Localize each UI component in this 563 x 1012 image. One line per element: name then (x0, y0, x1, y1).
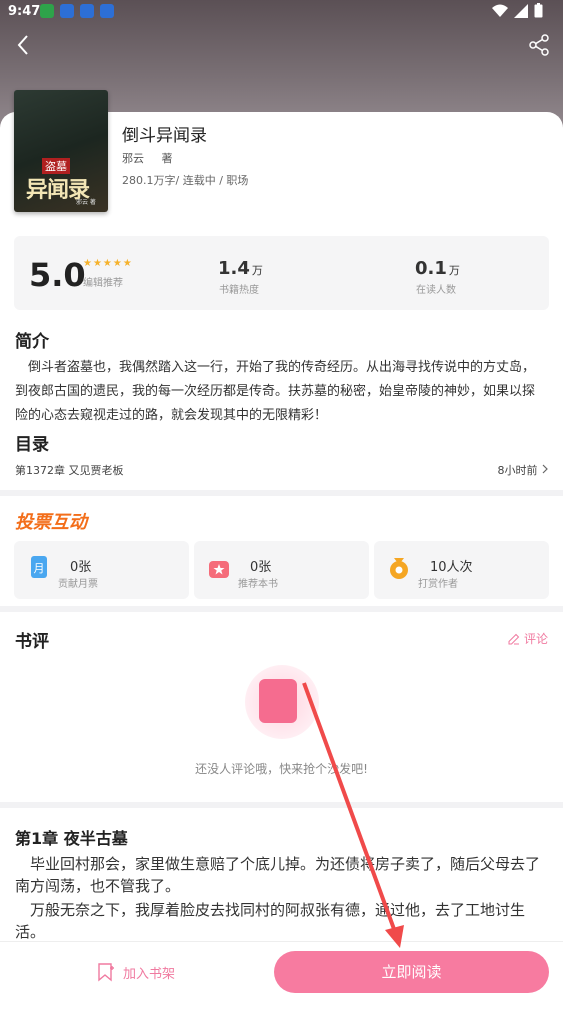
book-cover[interactable]: 盗墓 异闻录 邪云 著 (14, 90, 108, 212)
status-time: 9:47 (8, 4, 41, 19)
vote-label: 贡献月票 (58, 579, 98, 590)
vote-count: 10人次 (430, 560, 473, 575)
book-title: 倒斗异闻录 (122, 126, 207, 146)
status-bar: 9:47 (0, 0, 563, 24)
monthly-ticket-card[interactable]: 月 0张 贡献月票 (14, 541, 189, 599)
app-notification-icon (40, 4, 54, 18)
battery-icon (534, 3, 543, 18)
monthly-ticket-icon: 月 (31, 556, 47, 578)
bottom-action-bar: 加入书架 立即阅读 (0, 941, 563, 1002)
rating-stars: ★★★★★ (83, 258, 133, 269)
chevron-right-icon (542, 464, 548, 474)
section-divider (0, 606, 563, 612)
add-to-shelf-button[interactable]: 加入书架 (97, 962, 175, 982)
vote-label: 打赏作者 (418, 579, 458, 590)
author-name: 邪云 (122, 152, 144, 165)
signal-icon (514, 3, 528, 18)
tip-author-card[interactable]: 10人次 打赏作者 (374, 541, 549, 599)
toc-latest-chapter[interactable]: 第1372章 又见贾老板 (15, 462, 124, 478)
pencil-icon (508, 633, 520, 644)
toc-update-time[interactable]: 8小时前 (498, 462, 550, 478)
empty-reviews-text: 还没人评论哦，快来抢个沙发吧! (195, 762, 368, 776)
recommend-gift-icon (209, 561, 229, 578)
heat-label: 书籍热度 (219, 285, 259, 296)
paw-notification-icon (60, 4, 74, 18)
book-meta: 280.1万字/ 连载中 / 职场 (122, 174, 249, 187)
intro-text: 倒斗者盗墓也，我偶然踏入这一行，开始了我的传奇经历。从出海寻找传说中的方丈岛，到… (15, 360, 536, 423)
back-arrow-icon[interactable] (12, 33, 36, 57)
share-icon[interactable] (527, 33, 551, 57)
intro-heading: 简介 (15, 332, 49, 352)
section-divider (0, 802, 563, 808)
chapter-title: 第1章 夜半古墓 (15, 829, 128, 848)
write-review-button[interactable]: 评论 (508, 630, 548, 647)
reviews-heading: 书评 (15, 632, 49, 652)
readers-value: 0.1 万 (415, 258, 460, 279)
vote-title: 投票互动 (15, 512, 87, 533)
empty-box-icon (259, 679, 297, 723)
recommend-card[interactable]: 0张 推荐本书 (194, 541, 369, 599)
readers-label: 在读人数 (416, 285, 456, 296)
vote-count: 0张 (70, 560, 92, 575)
wifi-icon (492, 4, 508, 17)
section-divider (0, 490, 563, 496)
stats-panel: 5.0 ★★★★★ 编辑推荐 1.4 万 书籍热度 0.1 万 在读人数 (14, 236, 549, 310)
bookmark-add-icon (98, 963, 114, 982)
rating-label: 编辑推荐 (83, 278, 123, 289)
read-now-button[interactable]: 立即阅读 (274, 951, 549, 993)
rating-score: 5.0 (29, 256, 86, 294)
coin-bag-icon (390, 558, 408, 579)
book-author[interactable]: 邪云 著 (122, 150, 173, 166)
cover-author: 邪云 著 (76, 199, 96, 206)
chapter-paragraph: 毕业回村那会，家里做生意赔了个底儿掉。为还债将房子卖了，随后父母去了南方闯荡，也… (15, 855, 541, 895)
vote-label: 推荐本书 (238, 579, 278, 590)
svg-text:月: 月 (34, 562, 45, 575)
heat-value: 1.4 万 (218, 258, 263, 279)
paw-notification-icon (100, 4, 114, 18)
toc-heading: 目录 (15, 435, 49, 455)
author-suffix: 著 (161, 152, 173, 165)
chapter-paragraph: 万般无奈之下，我厚着脸皮去找同村的阿叔张有德，通过他，去了工地讨生活。 (15, 901, 526, 941)
paw-notification-icon (80, 4, 94, 18)
vote-count: 0张 (250, 560, 272, 575)
